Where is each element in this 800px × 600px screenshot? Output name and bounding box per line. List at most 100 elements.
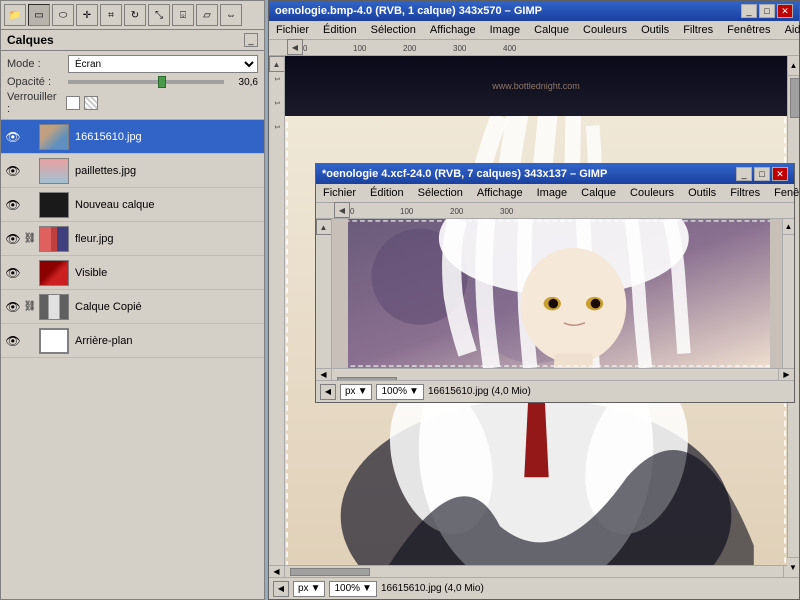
maximize-button[interactable]: □ <box>759 4 775 18</box>
second-horizontal-scrollbar[interactable]: ◀ ▶ <box>316 368 794 380</box>
layer-chain-icon[interactable] <box>24 333 36 349</box>
second-menu-fichier[interactable]: Fichier <box>320 186 359 200</box>
second-menu-edition[interactable]: Édition <box>367 186 407 200</box>
status-nav-left[interactable]: ◀ <box>273 581 289 597</box>
layer-visibility-icon[interactable]: 👁 <box>5 163 21 179</box>
tool-rotate[interactable]: ↻ <box>124 4 146 26</box>
layer-chain-icon[interactable]: ⛓ <box>24 299 36 315</box>
layer-visibility-icon[interactable]: 👁 <box>5 333 21 349</box>
ruler-up-arrow[interactable]: ▲ <box>269 56 285 72</box>
layer-thumbnail <box>39 328 69 354</box>
menu-selection[interactable]: Sélection <box>368 23 419 37</box>
tool-move[interactable]: ✛ <box>76 4 98 26</box>
second-ruler-left-arrow[interactable]: ◀ <box>334 202 350 218</box>
layer-visibility-icon[interactable]: 👁 <box>5 197 21 213</box>
layer-chain-icon[interactable] <box>24 129 36 145</box>
layer-item[interactable]: 👁 ⛓ Calque Copié <box>1 290 264 324</box>
second-menu-selection[interactable]: Sélection <box>415 186 466 200</box>
tool-ellipse-select[interactable]: ⬭ <box>52 4 74 26</box>
opacity-thumb[interactable] <box>158 76 166 88</box>
second-canvas-content[interactable] <box>332 219 782 368</box>
banner-text: www.bottlednight.com <box>492 81 580 91</box>
menu-calque[interactable]: Calque <box>531 23 572 37</box>
layer-chain-icon[interactable] <box>24 197 36 213</box>
status-zoom-selector[interactable]: 100% ▼ <box>329 581 376 597</box>
menu-aide[interactable]: Aide <box>782 23 800 37</box>
scrollbar-left-button[interactable]: ◀ <box>269 566 285 577</box>
menu-outils[interactable]: Outils <box>638 23 672 37</box>
lock-pixels-checkbox[interactable] <box>66 96 80 110</box>
scrollbar-down-button[interactable]: ▼ <box>787 557 799 565</box>
scrollbar-thumb-h[interactable] <box>290 568 370 576</box>
scrollbar-up-button[interactable]: ▲ <box>788 56 799 76</box>
tool-shear[interactable]: ⌺ <box>172 4 194 26</box>
second-scrollbar-thumb[interactable] <box>337 377 397 381</box>
second-canvas-container: ▲ <box>316 219 794 380</box>
second-scrollbar-left[interactable]: ◀ <box>316 369 332 380</box>
tool-perspective[interactable]: ▱ <box>196 4 218 26</box>
tool-scale[interactable]: ⤡ <box>148 4 170 26</box>
status-unit-selector[interactable]: px ▼ <box>293 581 325 597</box>
toolbox-toolbar: 📁 ▭ ⬭ ✛ ⌗ ↻ ⤡ ⌺ ▱ ⇔ <box>1 1 264 30</box>
second-close-button[interactable]: ✕ <box>772 167 788 181</box>
menu-fichier[interactable]: Fichier <box>273 23 312 37</box>
second-maximize-button[interactable]: □ <box>754 167 770 181</box>
minimize-button[interactable]: _ <box>741 4 757 18</box>
second-vertical-scrollbar[interactable]: ▲ <box>782 219 794 368</box>
second-scrollbar-right[interactable]: ▶ <box>778 369 794 380</box>
layers-minimize-button[interactable]: _ <box>244 33 258 47</box>
mode-select[interactable]: Écran <box>68 55 258 73</box>
tool-rect-select[interactable]: ▭ <box>28 4 50 26</box>
scrollbar-thumb-v[interactable] <box>790 78 799 118</box>
second-ruler-up-arrow[interactable]: ▲ <box>316 219 332 235</box>
ruler-left-arrow[interactable]: ◀ <box>287 39 303 55</box>
opacity-slider[interactable] <box>68 80 224 84</box>
tool-file[interactable]: 📁 <box>4 4 26 26</box>
layer-item[interactable]: 👁 Arrière-plan <box>1 324 264 358</box>
second-menu-couleurs[interactable]: Couleurs <box>627 186 677 200</box>
layer-visibility-icon[interactable]: 👁 <box>5 299 21 315</box>
second-zoom-dropdown: ▼ <box>409 386 419 397</box>
second-status-zoom[interactable]: 100% ▼ <box>376 384 423 400</box>
second-menu-image[interactable]: Image <box>534 186 571 200</box>
tool-crop[interactable]: ⌗ <box>100 4 122 26</box>
horizontal-scrollbar[interactable]: ◀ ▶ <box>269 565 799 577</box>
opacity-value: 30,6 <box>228 77 258 88</box>
tool-flip[interactable]: ⇔ <box>220 4 242 26</box>
second-scrollbar-up[interactable]: ▲ <box>783 219 794 235</box>
layer-chain-icon[interactable] <box>24 163 36 179</box>
minimize-icon: _ <box>248 35 253 45</box>
lock-pattern-checkbox[interactable] <box>84 96 98 110</box>
menu-fenetres[interactable]: Fenêtres <box>724 23 773 37</box>
second-window-title: *oenologie 4.xcf-24.0 (RVB, 7 calques) 3… <box>322 168 607 180</box>
layer-chain-icon[interactable]: ⛓ <box>24 231 36 247</box>
layer-chain-icon[interactable] <box>24 265 36 281</box>
second-canvas-svg <box>348 219 770 368</box>
menu-affichage[interactable]: Affichage <box>427 23 479 37</box>
layer-visibility-icon[interactable]: 👁 <box>5 265 21 281</box>
second-menu-calque[interactable]: Calque <box>578 186 619 200</box>
menu-couleurs[interactable]: Couleurs <box>580 23 630 37</box>
second-status-nav[interactable]: ◀ <box>320 384 336 400</box>
layer-item[interactable]: 👁 Visible <box>1 256 264 290</box>
layer-item[interactable]: 👁 paillettes.jpg <box>1 154 264 188</box>
layer-item[interactable]: 👁 16615610.jpg <box>1 120 264 154</box>
layer-name: Arrière-plan <box>72 335 260 347</box>
second-menu-filtres[interactable]: Filtres <box>727 186 763 200</box>
second-menu-affichage[interactable]: Affichage <box>474 186 526 200</box>
layer-item[interactable]: 👁 ⛓ fleur.jpg <box>1 222 264 256</box>
second-menu-fenetres[interactable]: Fenê... <box>771 186 800 200</box>
second-menu-outils[interactable]: Outils <box>685 186 719 200</box>
layer-visibility-icon[interactable]: 👁 <box>5 231 21 247</box>
menu-edition[interactable]: Édition <box>320 23 360 37</box>
layer-visibility-icon[interactable]: 👁 <box>5 129 21 145</box>
second-minimize-button[interactable]: _ <box>736 167 752 181</box>
second-status-unit[interactable]: px ▼ <box>340 384 372 400</box>
menu-filtres[interactable]: Filtres <box>680 23 716 37</box>
menu-image[interactable]: Image <box>487 23 524 37</box>
layer-thumbnail <box>39 124 69 150</box>
layer-name: fleur.jpg <box>72 233 260 245</box>
close-button[interactable]: ✕ <box>777 4 793 18</box>
layer-item[interactable]: 👁 Nouveau calque <box>1 188 264 222</box>
layer-name: Nouveau calque <box>72 199 260 211</box>
